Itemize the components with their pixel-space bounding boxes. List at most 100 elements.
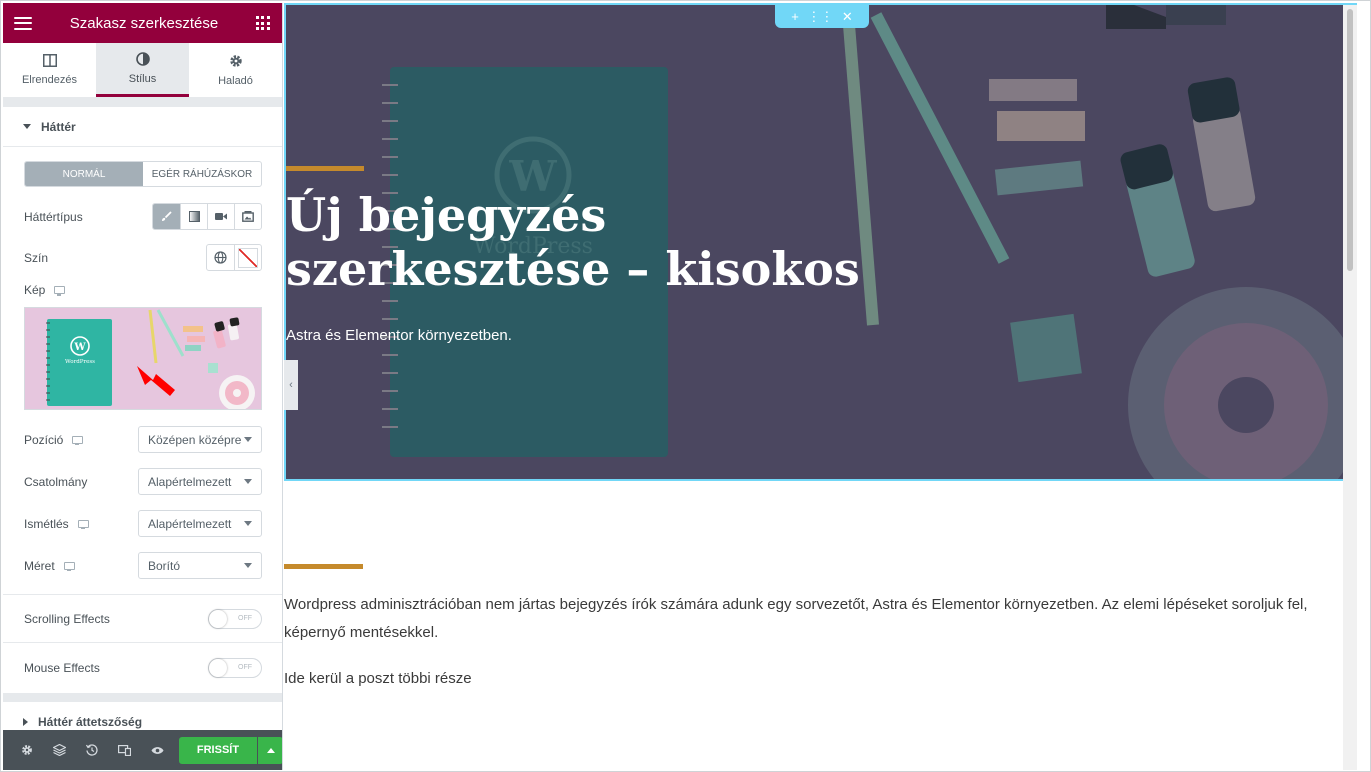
scrolling-effects-label: Scrolling Effects <box>24 611 110 626</box>
switch-knob <box>209 659 227 677</box>
state-toggle: Normál Egér ráhúzáskor <box>24 161 262 187</box>
size-label: Méret <box>24 558 55 573</box>
hero-title: Új bejegyzés szerkesztése – kisokos <box>286 188 986 296</box>
preview-scrollbar[interactable] <box>1343 5 1357 770</box>
switch-knob <box>209 609 227 628</box>
image-label-wrap: Kép <box>24 283 66 297</box>
bg-type-choices <box>152 203 262 230</box>
bg-type-gradient-button[interactable] <box>180 204 207 229</box>
color-label: Szín <box>24 250 49 265</box>
global-colors-button[interactable] <box>207 245 234 270</box>
panel-title: Szakasz szerkesztése <box>69 14 219 32</box>
caret-down-icon <box>23 124 31 129</box>
state-hover-tab[interactable]: Egér ráhúzáskor <box>143 162 261 186</box>
scrolling-effects-switch[interactable]: OFF <box>208 608 262 629</box>
tab-advanced[interactable]: Haladó <box>189 43 282 97</box>
section-overlay-title: Háttér áttetszőség <box>38 715 143 729</box>
repeat-value: Alapértelmezett <box>148 516 232 531</box>
position-select[interactable]: Középen középre <box>138 426 262 453</box>
hero-section[interactable]: W WordPress + ⋮⋮ ✕ Új bejegyzés szerkesz… <box>284 3 1357 481</box>
close-icon[interactable]: ✕ <box>842 9 853 25</box>
size-control: Méret Borító <box>3 552 282 579</box>
desktop-icon <box>77 519 89 529</box>
responsive-icon <box>118 744 132 756</box>
attachment-label: Csatolmány <box>24 474 88 489</box>
panel-footer: FRISSÍT <box>3 730 282 770</box>
mouse-effects-label: Mouse Effects <box>24 661 100 675</box>
navigator-button[interactable] <box>44 730 77 770</box>
chevron-down-icon <box>244 437 252 442</box>
section-background-header[interactable]: Háttér <box>3 107 282 147</box>
tab-layout[interactable]: Elrendezés <box>3 43 96 97</box>
gear-icon <box>229 54 242 67</box>
attachment-value: Alapértelmezett <box>148 474 232 489</box>
background-image-preview[interactable]: W WordPress <box>24 307 262 410</box>
hamburger-menu-icon[interactable] <box>14 16 32 30</box>
widgets-grid-icon[interactable] <box>255 16 270 30</box>
color-picker-group <box>206 244 262 271</box>
svg-text:W: W <box>73 342 86 353</box>
gradient-icon <box>188 211 200 222</box>
chevron-left-icon: ‹ <box>289 379 293 391</box>
tab-style[interactable]: Stílus <box>96 43 189 97</box>
mouse-effects-switch[interactable]: OFF <box>208 658 262 678</box>
gear-icon <box>22 745 33 755</box>
desktop-icon <box>72 435 84 445</box>
update-button[interactable]: FRISSÍT <box>178 736 258 764</box>
bg-type-slideshow-button[interactable] <box>234 204 261 229</box>
hero-title-line1: Új bejegyzés <box>286 188 607 242</box>
history-icon <box>86 744 98 756</box>
add-section-icon[interactable]: + <box>791 9 799 24</box>
switch-state: OFF <box>238 614 252 622</box>
image-control: Kép <box>3 281 282 299</box>
state-normal-tab[interactable]: Normál <box>25 162 143 186</box>
position-label: Pozíció <box>24 432 64 447</box>
bg-type-control: Háttértípus <box>3 202 282 231</box>
chevron-down-icon <box>244 563 252 568</box>
panel-separator <box>3 98 282 107</box>
contrast-icon <box>135 52 150 66</box>
page-preview: W WordPress + ⋮⋮ ✕ Új bejegyzés szerkesz… <box>284 3 1357 770</box>
color-swatch-button[interactable] <box>234 245 261 270</box>
responsive-mode-button[interactable] <box>109 730 142 770</box>
repeat-control: Ismétlés Alapértelmezett <box>3 510 282 537</box>
scrollbar-thumb[interactable] <box>1347 9 1353 271</box>
history-button[interactable] <box>76 730 109 770</box>
tab-style-label: Stílus <box>128 73 157 85</box>
repeat-label-wrap: Ismétlés <box>24 517 89 531</box>
save-options-button[interactable] <box>258 736 282 764</box>
caret-right-icon <box>23 718 28 726</box>
image-label: Kép <box>24 283 46 297</box>
section-overlay-header[interactable]: Háttér áttetszőség <box>3 702 282 732</box>
preview-button[interactable] <box>141 730 174 770</box>
bg-type-label: Háttértípus <box>24 209 83 224</box>
size-select[interactable]: Borító <box>138 552 262 579</box>
editor-panel: Szakasz szerkesztése Elrendezés Stílus H… <box>3 3 283 770</box>
hero-accent-rule <box>286 166 364 171</box>
hero-title-line2: szerkesztése – kisokos <box>286 242 860 296</box>
settings-button[interactable] <box>11 730 44 770</box>
panel-separator <box>3 693 282 702</box>
bg-type-video-button[interactable] <box>207 204 234 229</box>
position-value: Középen középre <box>148 432 242 447</box>
chevron-down-icon <box>244 521 252 526</box>
layers-icon <box>53 744 67 756</box>
position-label-wrap: Pozíció <box>24 432 84 447</box>
globe-icon <box>214 251 227 264</box>
content-accent-rule <box>284 564 363 569</box>
drag-handle-icon[interactable]: ⋮⋮ <box>807 9 833 25</box>
mouse-effects-control: Mouse Effects OFF <box>3 643 282 693</box>
bg-type-classic-button[interactable] <box>153 204 180 229</box>
elementor-editor: Szakasz szerkesztése Elrendezés Stílus H… <box>0 0 1371 772</box>
collapse-panel-button[interactable]: ‹ <box>284 360 298 410</box>
tab-advanced-label: Haladó <box>218 74 253 87</box>
attachment-select[interactable]: Alapértelmezett <box>138 468 262 495</box>
eye-icon <box>151 746 164 754</box>
body-paragraph-2: Ide kerül a poszt többi része <box>284 670 472 687</box>
repeat-select[interactable]: Alapértelmezett <box>138 510 262 537</box>
empty-color-swatch <box>238 247 258 268</box>
position-control: Pozíció Középen középre <box>3 426 282 453</box>
desktop-icon <box>54 286 66 296</box>
size-label-wrap: Méret <box>24 559 75 573</box>
thumbnail-logo-text: WordPress <box>65 359 95 365</box>
